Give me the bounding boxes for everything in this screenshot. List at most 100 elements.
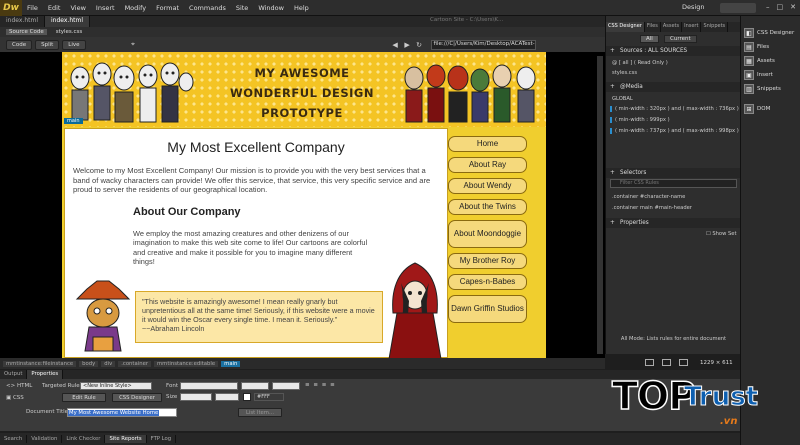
nav-about-ray[interactable]: About Ray <box>448 157 527 173</box>
dock-snippets[interactable]: ▥ Snippets <box>744 84 781 94</box>
tag-div[interactable]: div <box>101 360 116 367</box>
properties-header[interactable]: + Properties <box>606 218 741 228</box>
tablet-size-icon[interactable] <box>662 359 671 366</box>
help-search-input[interactable] <box>720 3 756 13</box>
color-input[interactable]: #FFF <box>254 393 284 401</box>
media-header[interactable]: + @Media <box>606 82 741 92</box>
nav-capes-n-babes[interactable]: Capes-n-Babes <box>448 274 527 290</box>
tag-mmtinstance-file[interactable]: mmtinstance:fileinstance <box>3 360 77 367</box>
tab-assets[interactable]: Assets <box>661 22 683 32</box>
tag-main[interactable]: main <box>221 360 241 367</box>
menu-commands[interactable]: Commands <box>184 4 231 12</box>
nav-my-brother-roy[interactable]: My Brother Roy <box>448 253 527 269</box>
selectors-header[interactable]: + Selectors <box>606 168 741 178</box>
nav-dawn-griffin-studios[interactable]: Dawn Griffin Studios <box>448 295 527 323</box>
design-canvas[interactable]: MY AWESOME WONDERFUL DESIGN PROTOTYPE ma… <box>0 52 605 359</box>
size-unit-select[interactable] <box>215 393 239 401</box>
selector-main-header[interactable]: .container main #main-header <box>612 205 692 211</box>
menu-file[interactable]: File <box>22 4 43 12</box>
all-mode-button[interactable]: All <box>640 35 659 43</box>
minimize-icon[interactable]: – <box>766 3 770 11</box>
tab-ftp-log[interactable]: FTP Log <box>147 435 177 443</box>
nav-home[interactable]: Home <box>448 136 527 152</box>
sources-header[interactable]: + Sources : ALL SOURCES <box>606 46 741 56</box>
tab-output[interactable]: Output <box>0 370 28 379</box>
tab-index-html-2[interactable]: index.html <box>45 16 90 27</box>
refresh-icon[interactable]: ↻ <box>415 40 424 49</box>
desktop-size-icon[interactable] <box>679 359 688 366</box>
tag-container[interactable]: .container <box>118 360 152 367</box>
media-query-3[interactable]: ( min-width : 737px ) and ( max-width : … <box>610 128 739 134</box>
menu-modify[interactable]: Modify <box>120 4 152 12</box>
current-mode-button[interactable]: Current <box>664 35 697 43</box>
menu-help[interactable]: Help <box>289 4 314 12</box>
tab-files[interactable]: Files <box>645 22 661 32</box>
media-query-1[interactable]: ( min-width : 320px ) and ( max-width : … <box>610 106 739 112</box>
dock-assets[interactable]: ▦ Assets <box>744 56 775 66</box>
main-region-badge[interactable]: main <box>64 118 83 124</box>
main-content[interactable]: My Most Excellent Company Welcome to my … <box>64 128 448 359</box>
media-global[interactable]: GLOBAL <box>612 96 633 102</box>
workspace-switcher[interactable]: Design <box>682 3 704 11</box>
dock-insert[interactable]: ▣ Insert <box>744 70 773 80</box>
tab-search[interactable]: Search <box>0 435 28 443</box>
nav-about-twins[interactable]: About the Twins <box>448 199 527 215</box>
selector-character-name[interactable]: .container #character-name <box>612 194 685 200</box>
tab-index-html-1[interactable]: index.html <box>0 16 45 27</box>
tag-mmtinstance-editable[interactable]: mmtinstance:editable <box>154 360 219 367</box>
tab-validation[interactable]: Validation <box>27 435 63 443</box>
mobile-size-icon[interactable] <box>645 359 654 366</box>
filter-css-rules-input[interactable]: Filter CSS Rules <box>610 179 737 188</box>
close-icon[interactable]: ✕ <box>790 3 796 11</box>
menu-insert[interactable]: Insert <box>91 4 120 12</box>
show-set-checkbox[interactable]: ☐ Show Set <box>706 231 736 237</box>
tag-body[interactable]: body <box>79 360 99 367</box>
source-item-styles[interactable]: styles.css <box>612 70 637 76</box>
align-buttons[interactable]: ≡ ≡ ≡ ≡ <box>305 382 336 388</box>
menu-window[interactable]: Window <box>253 4 289 12</box>
tab-properties[interactable]: Properties <box>27 370 64 379</box>
tab-site-reports[interactable]: Site Reports <box>105 435 147 443</box>
split-view-button[interactable]: Split <box>35 39 60 50</box>
css-designer-button[interactable]: CSS Designer <box>112 393 162 402</box>
window-size[interactable]: 1229 × 611 <box>700 360 733 366</box>
tag-selector: mmtinstance:fileinstance body div .conta… <box>0 358 605 369</box>
menu-bar: Dw File Edit View Insert Modify Format C… <box>0 0 800 16</box>
list-item-button[interactable]: List Item... <box>238 408 282 417</box>
dock-dom[interactable]: ⊞ DOM <box>744 104 770 114</box>
font-weight-select[interactable] <box>272 382 300 390</box>
source-item-all[interactable]: @ [ all ] ( Read Only ) <box>612 60 668 66</box>
live-view-button[interactable]: Live <box>62 39 86 50</box>
nav-about-wendy[interactable]: About Wendy <box>448 178 527 194</box>
font-style-select[interactable] <box>241 382 269 390</box>
canvas-scrollbar[interactable] <box>597 56 603 354</box>
tab-css-designer[interactable]: CSS Designer <box>606 22 645 32</box>
html-mode-button[interactable]: <> HTML <box>6 383 32 389</box>
media-query-2[interactable]: ( min-width : 999px ) <box>610 117 670 123</box>
targeted-rule-select[interactable]: <New Inline Style> <box>80 382 152 390</box>
document-title-input[interactable]: My Most Awesome Website Home <box>67 408 177 417</box>
arrow-left-icon[interactable]: ◀ <box>391 40 400 49</box>
menu-view[interactable]: View <box>65 4 90 12</box>
address-bar[interactable]: file:///C|/Users/Kim/Desktop/ACATest-Pre… <box>430 39 536 50</box>
target-icon[interactable]: ⌖ <box>129 40 138 49</box>
menu-edit[interactable]: Edit <box>43 4 66 12</box>
tab-snippets[interactable]: Snippets <box>701 22 729 32</box>
nav-about-moondoggie[interactable]: About Moondoggie <box>448 220 527 248</box>
dock-css-designer[interactable]: ◧ CSS Designer <box>744 28 794 38</box>
tab-link-checker[interactable]: Link Checker <box>62 435 106 443</box>
menu-format[interactable]: Format <box>151 4 184 12</box>
css-mode-button[interactable]: ▣ CSS <box>6 395 24 401</box>
arrow-right-icon[interactable]: ▶ <box>403 40 412 49</box>
dock-files[interactable]: ▤ Files <box>744 42 769 52</box>
menu-site[interactable]: Site <box>231 4 253 12</box>
code-view-button[interactable]: Code <box>6 39 33 50</box>
font-select[interactable] <box>180 382 238 390</box>
tab-insert[interactable]: Insert <box>682 22 702 32</box>
size-select[interactable] <box>180 393 212 401</box>
edit-rule-button[interactable]: Edit Rule <box>62 393 106 402</box>
maximize-icon[interactable]: □ <box>777 3 784 11</box>
related-file-styles-css[interactable]: styles.css <box>53 29 86 35</box>
related-file-source-code[interactable]: Source Code <box>6 29 47 35</box>
color-swatch[interactable] <box>243 393 251 401</box>
